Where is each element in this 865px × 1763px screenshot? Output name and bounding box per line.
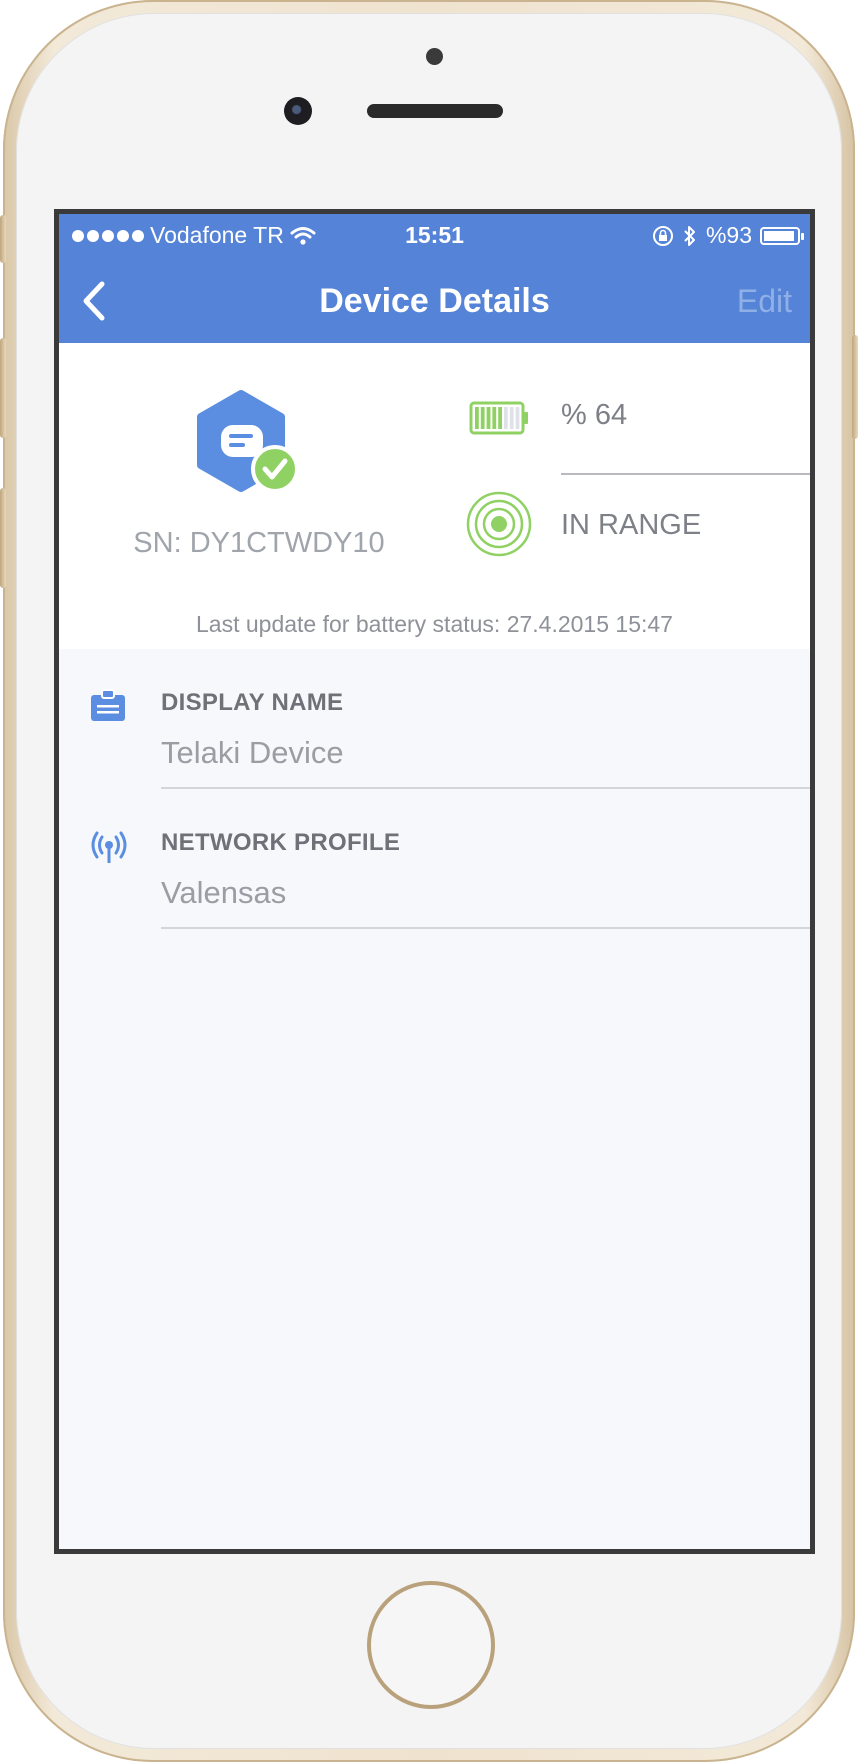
front-camera	[284, 97, 312, 125]
battery-bar	[492, 407, 497, 429]
device-verified-icon	[197, 390, 299, 493]
rotation-lock-icon	[652, 225, 673, 246]
battery-level-text: % 64	[561, 399, 628, 431]
battery-bar	[480, 407, 485, 429]
network-profile-field[interactable]: NETWORK PROFILE Valensas	[59, 789, 810, 929]
volume-down-button	[0, 488, 6, 588]
battery-icon	[760, 226, 804, 245]
power-button	[852, 335, 858, 439]
field-value: Telaki Device	[161, 735, 344, 770]
edit-button[interactable]: Edit	[737, 283, 792, 320]
phone-frame: Vodafone TR 15:51 %93 Device Details Edi…	[0, 0, 858, 1762]
broadcast-icon	[91, 831, 127, 863]
battery-bar	[509, 407, 514, 429]
range-signal-icon	[466, 491, 532, 557]
earpiece-speaker	[367, 104, 503, 118]
status-right: %93	[652, 222, 804, 249]
field-value: Valensas	[161, 875, 287, 910]
field-label: DISPLAY NAME	[161, 689, 344, 716]
serial-number: SN: DY1CTWDY10	[133, 527, 385, 559]
status-bar: Vodafone TR 15:51 %93	[59, 214, 810, 258]
battery-bar	[515, 407, 520, 429]
display-name-field[interactable]: DISPLAY NAME Telaki Device	[59, 649, 810, 789]
bluetooth-icon	[684, 225, 695, 246]
device-battery-icon	[469, 401, 528, 435]
battery-last-update: Last update for battery status: 27.4.201…	[196, 611, 673, 637]
battery-percent: %93	[705, 222, 752, 248]
divider	[561, 473, 810, 475]
mute-switch	[0, 215, 6, 263]
battery-bar	[486, 407, 491, 429]
battery-bar	[498, 407, 502, 429]
field-label: NETWORK PROFILE	[161, 829, 401, 856]
app-view: Vodafone TR 15:51 %93 Device Details Edi…	[59, 214, 810, 1549]
volume-up-button	[0, 338, 6, 438]
divider	[161, 927, 810, 929]
device-summary: SN: DY1CTWDY10 % 64 IN RANGE Last update…	[59, 343, 810, 649]
screen: Vodafone TR 15:51 %93 Device Details Edi…	[54, 209, 815, 1554]
battery-level-bars	[475, 407, 520, 429]
id-card-icon	[91, 689, 125, 721]
battery-fill	[764, 230, 794, 241]
navigation-bar: Device Details Edit	[59, 258, 810, 343]
battery-bar	[475, 407, 479, 429]
range-status: IN RANGE	[561, 509, 702, 541]
battery-bar	[504, 407, 508, 429]
proximity-sensor	[426, 48, 443, 65]
home-button[interactable]	[367, 1581, 495, 1709]
page-title: Device Details	[319, 282, 550, 320]
